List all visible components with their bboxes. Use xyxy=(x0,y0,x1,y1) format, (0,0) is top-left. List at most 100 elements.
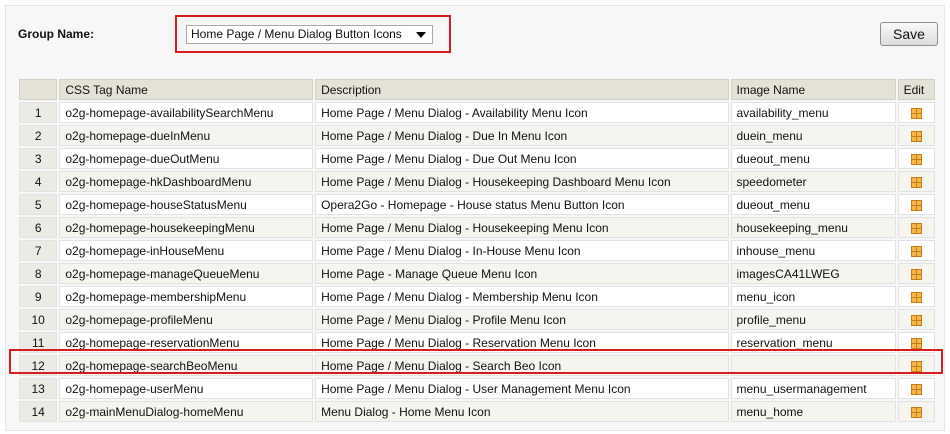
image-name-cell: profile_menu xyxy=(730,309,896,330)
row-number: 13 xyxy=(19,378,58,399)
table-row[interactable]: 1 o2g-homepage-availabilitySearchMenu Home… xyxy=(19,102,935,123)
css-tag-name-cell: o2g-homepage-reservationMenu xyxy=(59,332,314,353)
css-tag-name-cell: o2g-homepage-houseStatusMenu xyxy=(59,194,314,215)
css-tag-name-cell: o2g-homepage-profileMenu xyxy=(59,309,314,330)
edit-cell xyxy=(897,355,935,376)
css-tag-name-cell: o2g-homepage-dueInMenu xyxy=(59,125,314,146)
edit-cell xyxy=(897,332,935,353)
css-tag-name-cell: o2g-homepage-dueOutMenu xyxy=(59,148,314,169)
description-cell: Home Page / Menu Dialog - Membership Men… xyxy=(315,286,729,307)
description-cell: Home Page / Menu Dialog - Availability M… xyxy=(315,102,729,123)
edit-grid-icon[interactable] xyxy=(910,176,922,188)
edit-grid-icon[interactable] xyxy=(910,107,922,119)
edit-grid-icon[interactable] xyxy=(910,360,922,372)
column-header-number xyxy=(19,79,58,100)
edit-grid-icon[interactable] xyxy=(910,337,922,349)
css-tag-name-cell: o2g-homepage-searchBeoMenu xyxy=(59,355,314,376)
save-button[interactable]: Save xyxy=(880,22,938,46)
table-row[interactable]: 12 o2g-homepage-searchBeoMenu Home Page / … xyxy=(19,355,935,376)
edit-grid-icon[interactable] xyxy=(910,314,922,326)
css-tag-name-cell: o2g-homepage-userMenu xyxy=(59,378,314,399)
description-cell: Home Page / Menu Dialog - Housekeeping D… xyxy=(315,171,729,192)
image-name-cell: imagesCA41LWEG xyxy=(730,263,896,284)
column-header-description[interactable]: Description xyxy=(315,79,729,100)
edit-cell xyxy=(897,378,935,399)
table-header-row: CSS Tag Name Description Image Name Edit xyxy=(19,79,935,100)
row-number: 7 xyxy=(19,240,58,261)
table-row[interactable]: 4 o2g-homepage-hkDashboardMenu Home Page /… xyxy=(19,171,935,192)
image-name-cell: menu_icon xyxy=(730,286,896,307)
edit-grid-icon[interactable] xyxy=(910,245,922,257)
table-row[interactable]: 11 o2g-homepage-reservationMenu Home Page … xyxy=(19,332,935,353)
edit-grid-icon[interactable] xyxy=(910,383,922,395)
image-name-cell xyxy=(730,355,896,376)
group-name-select[interactable]: Home Page / Menu Dialog Button Icons xyxy=(186,25,433,44)
table-row[interactable]: 14 o2g-mainMenuDialog-homeMenu Menu Dialog… xyxy=(19,401,935,422)
table-row[interactable]: 6 o2g-homepage-housekeepingMenu Home Page … xyxy=(19,217,935,238)
image-name-cell: dueout_menu xyxy=(730,194,896,215)
table-row[interactable]: 13 o2g-homepage-userMenu Home Page / Menu … xyxy=(19,378,935,399)
table-row[interactable]: 3 o2g-homepage-dueOutMenu Home Page / Menu… xyxy=(19,148,935,169)
row-number: 5 xyxy=(19,194,58,215)
edit-cell xyxy=(897,401,935,422)
css-tag-name-cell: o2g-homepage-hkDashboardMenu xyxy=(59,171,314,192)
row-number: 6 xyxy=(19,217,58,238)
table-row[interactable]: 7 o2g-homepage-inHouseMenu Home Page / Men… xyxy=(19,240,935,261)
edit-grid-icon[interactable] xyxy=(910,153,922,165)
table-row[interactable]: 8 o2g-homepage-manageQueueMenu Home Page -… xyxy=(19,263,935,284)
edit-grid-icon[interactable] xyxy=(910,222,922,234)
description-cell: Home Page / Menu Dialog - Housekeeping M… xyxy=(315,217,729,238)
description-cell: Opera2Go - Homepage - House status Menu … xyxy=(315,194,729,215)
row-number: 10 xyxy=(19,309,58,330)
edit-cell xyxy=(897,171,935,192)
edit-cell xyxy=(897,102,935,123)
description-cell: Home Page / Menu Dialog - Reservation Me… xyxy=(315,332,729,353)
edit-cell xyxy=(897,217,935,238)
row-number: 14 xyxy=(19,401,58,422)
edit-cell xyxy=(897,286,935,307)
description-cell: Home Page / Menu Dialog - In-House Menu … xyxy=(315,240,729,261)
column-header-css-tag-name[interactable]: CSS Tag Name xyxy=(59,79,314,100)
edit-grid-icon[interactable] xyxy=(910,406,922,418)
table-row[interactable]: 10 o2g-homepage-profileMenu Home Page / Me… xyxy=(19,309,935,330)
css-tag-name-cell: o2g-mainMenuDialog-homeMenu xyxy=(59,401,314,422)
chevron-down-icon xyxy=(416,32,426,38)
css-tag-name-cell: o2g-homepage-membershipMenu xyxy=(59,286,314,307)
table-row[interactable]: 5 o2g-homepage-houseStatusMenu Opera2Go - … xyxy=(19,194,935,215)
image-name-cell: speedometer xyxy=(730,171,896,192)
edit-cell xyxy=(897,240,935,261)
table-row[interactable]: 9 o2g-homepage-membershipMenu Home Page / … xyxy=(19,286,935,307)
column-header-image-name[interactable]: Image Name xyxy=(730,79,896,100)
image-name-cell: menu_home xyxy=(730,401,896,422)
row-number: 4 xyxy=(19,171,58,192)
row-number: 11 xyxy=(19,332,58,353)
edit-grid-icon[interactable] xyxy=(910,199,922,211)
group-name-selected-value: Home Page / Menu Dialog Button Icons xyxy=(191,27,402,41)
description-cell: Menu Dialog - Home Menu Icon xyxy=(315,401,729,422)
row-number: 2 xyxy=(19,125,58,146)
row-number: 9 xyxy=(19,286,58,307)
image-name-cell: reservation_menu xyxy=(730,332,896,353)
edit-cell xyxy=(897,148,935,169)
image-name-cell: housekeeping_menu xyxy=(730,217,896,238)
edit-grid-icon[interactable] xyxy=(910,268,922,280)
css-tag-name-cell: o2g-homepage-availabilitySearchMenu xyxy=(59,102,314,123)
description-cell: Home Page / Menu Dialog - Search Beo Ico… xyxy=(315,355,729,376)
column-header-edit: Edit xyxy=(897,79,935,100)
description-cell: Home Page - Manage Queue Menu Icon xyxy=(315,263,729,284)
image-name-cell: inhouse_menu xyxy=(730,240,896,261)
edit-grid-icon[interactable] xyxy=(910,291,922,303)
row-number: 1 xyxy=(19,102,58,123)
table-row[interactable]: 2 o2g-homepage-dueInMenu Home Page / Menu … xyxy=(19,125,935,146)
description-cell: Home Page / Menu Dialog - Due In Menu Ic… xyxy=(315,125,729,146)
edit-cell xyxy=(897,309,935,330)
edit-grid-icon[interactable] xyxy=(910,130,922,142)
row-number: 12 xyxy=(19,355,58,376)
image-name-cell: availability_menu xyxy=(730,102,896,123)
group-name-label: Group Name: xyxy=(18,27,95,41)
edit-cell xyxy=(897,125,935,146)
row-number: 3 xyxy=(19,148,58,169)
edit-cell xyxy=(897,194,935,215)
description-cell: Home Page / Menu Dialog - User Managemen… xyxy=(315,378,729,399)
row-number: 8 xyxy=(19,263,58,284)
